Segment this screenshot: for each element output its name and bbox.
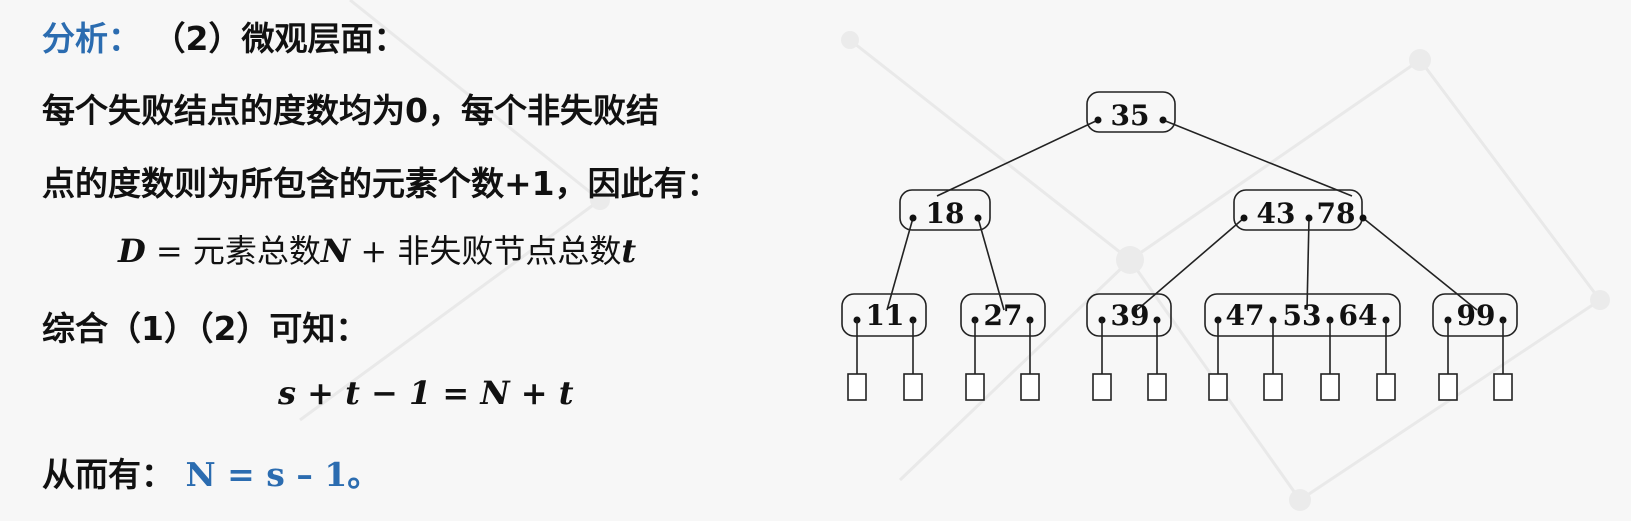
tree-edge (1362, 217, 1478, 311)
failure-node (1020, 373, 1040, 401)
tree-edge (1136, 217, 1245, 311)
tree-node-level2-right: 43 78 (1233, 189, 1367, 231)
failure-node (1263, 373, 1283, 401)
tree-node-leaf-2: 27 (960, 293, 1046, 337)
tree-node-leaf-4: 47 53 64 (1204, 293, 1401, 337)
failure-node (847, 373, 867, 401)
node-key: 18 (926, 197, 965, 230)
tree-node-root: 35 (1086, 91, 1176, 133)
node-key: 78 (1317, 197, 1356, 230)
b-tree-diagram: 35 18 43 78 11 27 39 47 53 64 99 (841, 91, 1518, 401)
node-key: 11 (866, 299, 905, 332)
failure-node (903, 373, 923, 401)
failure-node (1438, 373, 1458, 401)
failure-node (1092, 373, 1112, 401)
node-key: 35 (1111, 99, 1150, 132)
node-key: 43 (1257, 197, 1296, 230)
failure-node (1320, 373, 1340, 401)
node-key: 27 (984, 299, 1023, 332)
node-key: 64 (1339, 299, 1378, 332)
failure-node (1376, 373, 1396, 401)
failure-node (1493, 373, 1513, 401)
tree-node-leaf-5: 99 (1432, 293, 1518, 337)
tree-edge (936, 119, 1099, 197)
tree-edge (1162, 119, 1353, 197)
failure-node (965, 373, 985, 401)
tree-edge (886, 217, 914, 311)
tree-node-leaf-3: 39 (1086, 293, 1172, 337)
tree-edge (1306, 217, 1310, 311)
node-key: 39 (1111, 299, 1150, 332)
failure-nodes (847, 320, 1513, 401)
node-key: 53 (1283, 299, 1322, 332)
tree-node-level2-left: 18 (899, 189, 991, 231)
node-key: 47 (1226, 299, 1265, 332)
node-key: 99 (1457, 299, 1496, 332)
failure-node (1208, 373, 1228, 401)
failure-node (1147, 373, 1167, 401)
tree-edge (977, 217, 1005, 311)
